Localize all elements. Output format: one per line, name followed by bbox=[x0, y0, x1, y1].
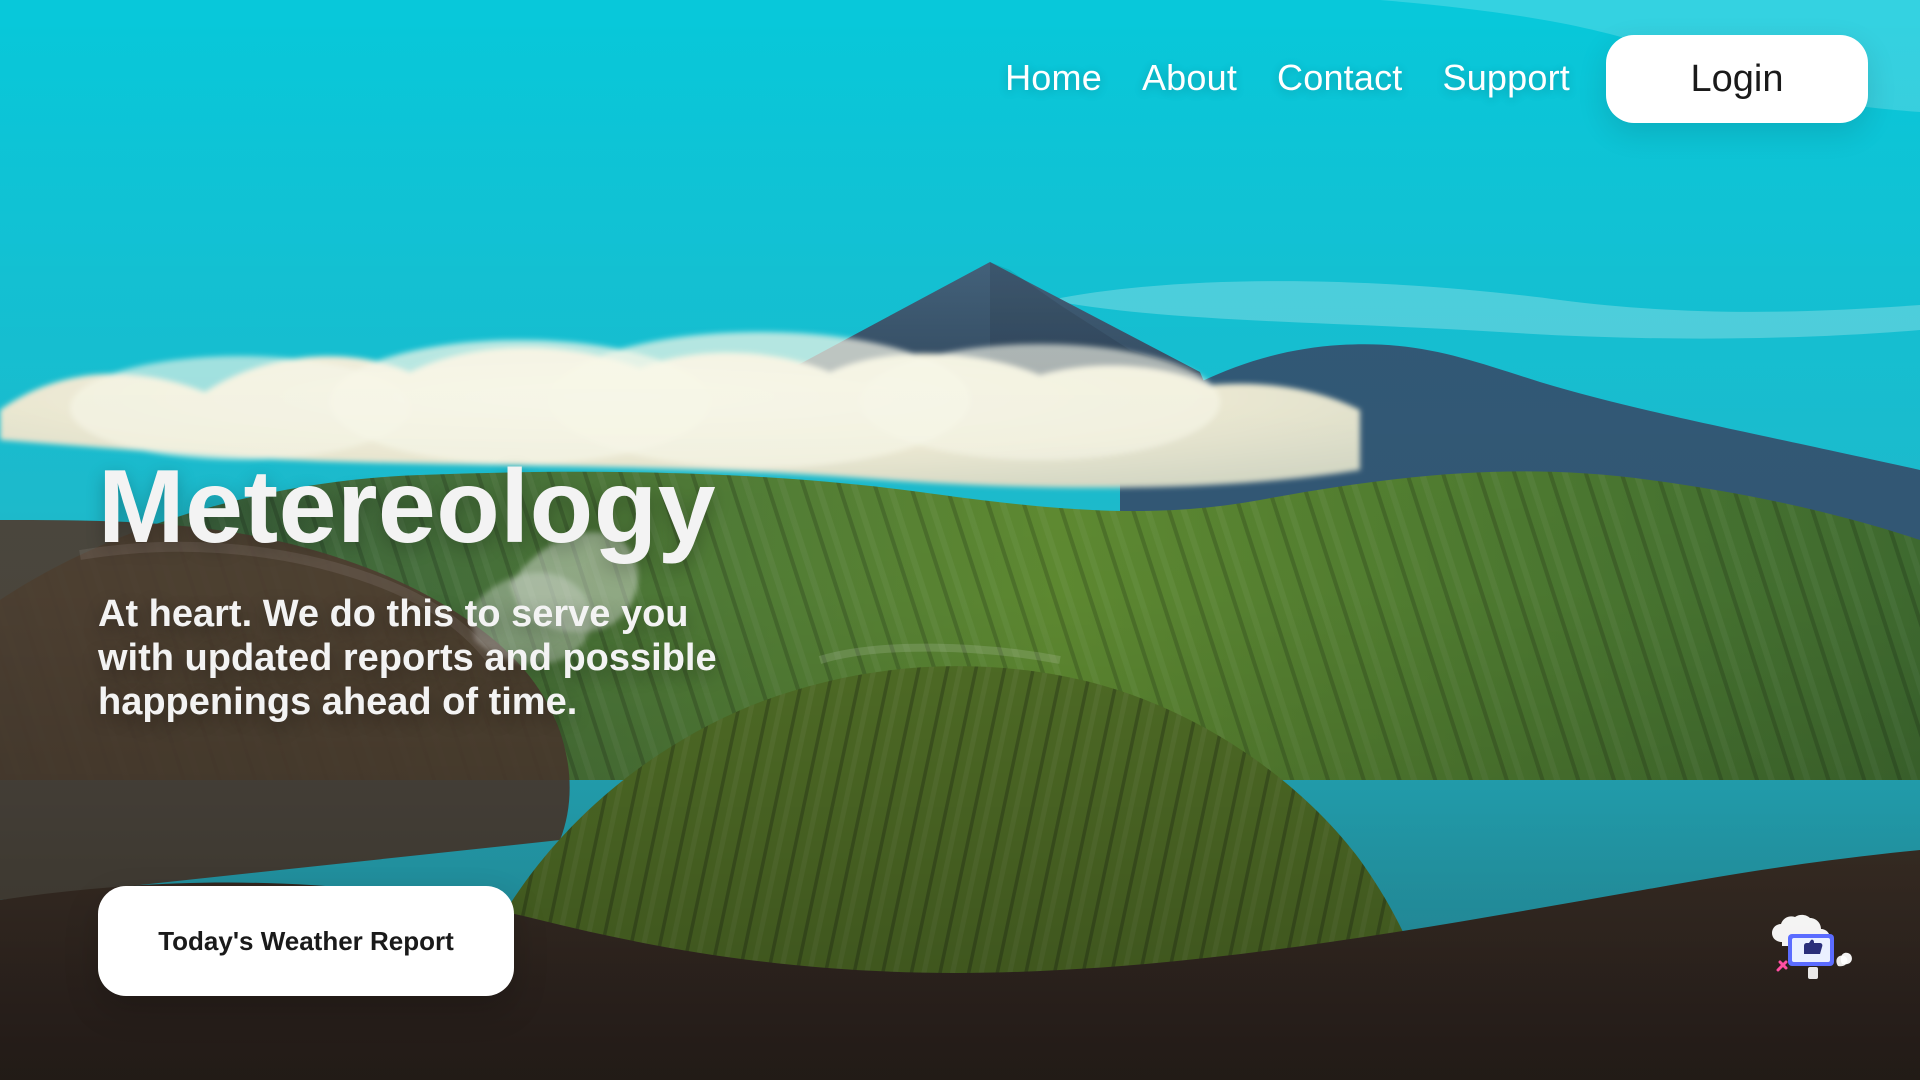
top-navigation: Home About Contact Support bbox=[1005, 56, 1570, 100]
nav-about-link[interactable]: About bbox=[1142, 56, 1237, 100]
weather-illustration-icon bbox=[1772, 914, 1852, 979]
nav-support-link[interactable]: Support bbox=[1443, 56, 1571, 100]
nav-contact-link[interactable]: Contact bbox=[1277, 56, 1402, 100]
hero-content: Metereology At heart. We do this to serv… bbox=[98, 452, 818, 724]
hero-title: Metereology bbox=[98, 449, 717, 565]
nav-home-link[interactable]: Home bbox=[1005, 56, 1102, 100]
login-button[interactable]: Login bbox=[1606, 35, 1868, 123]
weather-report-button[interactable]: Today's Weather Report bbox=[98, 886, 514, 996]
hero-subtitle: At heart. We do this to serve you with u… bbox=[98, 593, 717, 723]
landing-page: Home About Contact Support Login Metereo… bbox=[0, 0, 1920, 1080]
